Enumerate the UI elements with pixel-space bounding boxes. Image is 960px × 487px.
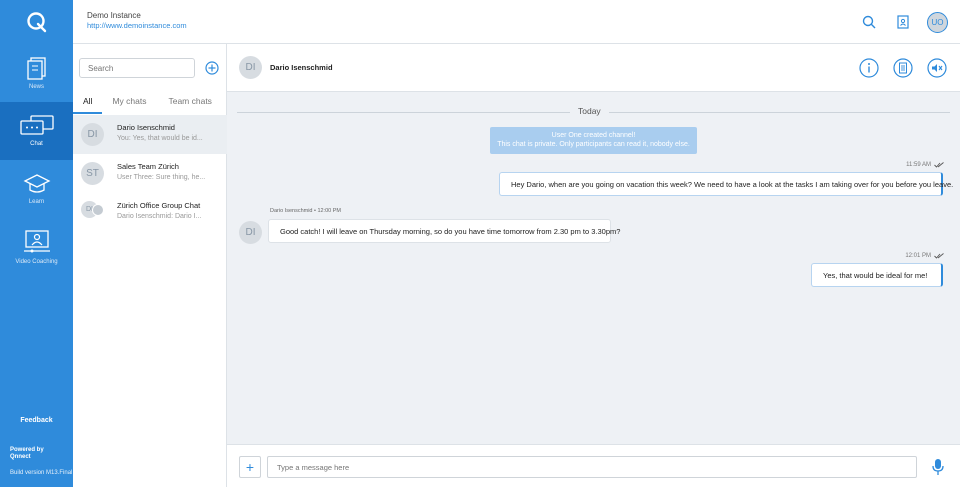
nav-learn-label: Learn <box>28 199 45 205</box>
avatar: DI <box>81 123 104 146</box>
message-bubble: Good catch! I will leave on Thursday mor… <box>268 219 620 243</box>
chat-icon <box>19 115 54 135</box>
powered-by: Powered by Qnnect <box>10 447 44 461</box>
powered-by-label: Powered by <box>10 447 44 453</box>
system-message-line: This chat is private. Only participants … <box>497 141 690 148</box>
microphone-icon[interactable] <box>931 458 945 476</box>
tab-team-chats[interactable]: Team chats <box>152 96 217 114</box>
nav-video-coaching[interactable]: Video Coaching <box>0 218 73 276</box>
top-bar: Demo Instance http://www.demoinstance.co… <box>73 0 960 44</box>
chat-list-item[interactable]: ST Sales Team Zürich User Three: Sure th… <box>73 154 227 193</box>
chat-preview: You: Yes, that would be id... <box>117 135 203 142</box>
chat-list-item[interactable]: DI Zürich Office Group Chat Dario Isensc… <box>73 193 227 232</box>
add-chat-icon[interactable] <box>205 61 219 75</box>
message-input[interactable] <box>267 456 917 478</box>
chat-name: Zürich Office Group Chat <box>117 201 201 210</box>
message-timestamp: 11:59 AM <box>906 162 931 168</box>
message-sender: Dario Isenschmid • 12:00 PM <box>270 208 342 214</box>
chat-preview: Dario Isenschmid: Dario I... <box>117 213 202 220</box>
system-message-line: User One created channel! <box>551 132 636 139</box>
conversation-header: DI Dario Isenschmid <box>227 44 960 92</box>
chat-search-input[interactable] <box>79 58 195 78</box>
logo-icon <box>26 12 46 33</box>
nav-video-coaching-label: Video Coaching <box>15 259 58 265</box>
read-check-icon <box>934 162 944 168</box>
feedback-link[interactable]: Feedback <box>0 417 73 424</box>
conversation-panel: DI Dario Isenschmid Today User One creat… <box>227 44 960 487</box>
contacts-button[interactable] <box>893 12 913 32</box>
news-icon <box>26 57 46 80</box>
avatar: DI <box>239 221 262 244</box>
nav-learn[interactable]: Learn <box>0 160 73 218</box>
read-check-icon <box>934 253 944 259</box>
nav-news-label: News <box>28 84 44 90</box>
nav-chat-label: Chat <box>30 141 43 147</box>
message-timestamp: 12:01 PM <box>905 253 931 259</box>
chat-name: Dario Isenschmid <box>117 123 175 132</box>
mute-icon[interactable] <box>927 58 947 78</box>
chat-name: Sales Team Zürich <box>117 162 179 171</box>
chat-list-panel: All My chats Team chats DI Dario Isensch… <box>73 44 227 487</box>
tab-my-chats[interactable]: My chats <box>102 96 152 114</box>
build-version: Build version M13.Final <box>10 470 73 476</box>
video-coaching-icon <box>23 230 50 253</box>
nav-chat[interactable]: Chat <box>0 102 73 160</box>
powered-by-name: Qnnect <box>10 454 31 460</box>
message-bubble: Yes, that would be ideal for me! <box>811 263 943 287</box>
nav-news[interactable]: News <box>0 44 73 102</box>
notes-icon[interactable] <box>893 58 913 78</box>
main-nav: News Chat Learn Video Coaching Feedback … <box>0 0 73 487</box>
search-icon <box>862 15 876 29</box>
message-time: 11:59 AM <box>906 162 944 168</box>
info-icon[interactable] <box>859 58 879 78</box>
chat-preview: User Three: Sure thing, he... <box>117 174 206 181</box>
contacts-book-icon <box>897 15 909 29</box>
avatar: DI <box>239 56 262 79</box>
chat-tabs: All My chats Team chats <box>73 96 227 114</box>
app-logo[interactable] <box>0 0 73 44</box>
instance-url[interactable]: http://www.demoinstance.com <box>87 21 187 30</box>
message-bubble: Hey Dario, when are you going on vacatio… <box>499 172 953 196</box>
chat-list-item[interactable]: DI Dario Isenschmid You: Yes, that would… <box>73 115 227 154</box>
system-message: User One created channel! This chat is p… <box>490 127 697 154</box>
global-search-button[interactable] <box>859 12 879 32</box>
message-composer: + <box>227 444 960 487</box>
message-time: 12:01 PM <box>905 253 944 259</box>
conversation-title: Dario Isenschmid <box>270 63 333 72</box>
tab-all[interactable]: All <box>73 96 103 114</box>
group-avatar-stack <box>92 204 104 216</box>
user-avatar[interactable]: UO <box>927 12 948 33</box>
instance-name: Demo Instance <box>87 11 141 20</box>
learn-icon <box>23 174 50 193</box>
attach-button[interactable]: + <box>239 456 261 478</box>
date-label: Today <box>570 106 609 116</box>
avatar: ST <box>81 162 104 185</box>
